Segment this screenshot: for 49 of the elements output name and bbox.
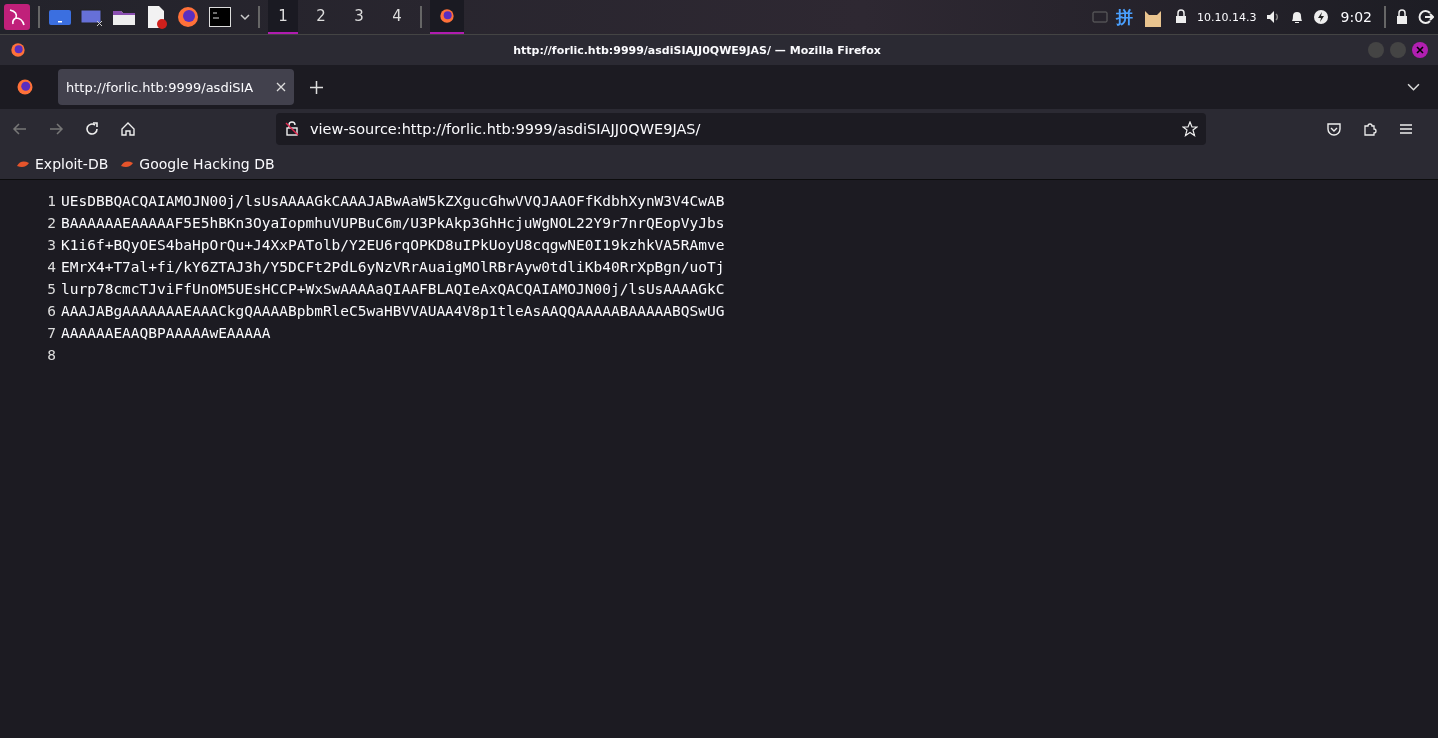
code-line: UEsDBBQACQAIAMOJN00j/lsUsAAAAGkCAAAJABwAaW5kZXgucGhwVVQJAAOFfKdbhXynW3V4CwAB: [61, 192, 725, 211]
workspace-button[interactable]: 3: [344, 0, 374, 34]
logout-icon[interactable]: [1418, 9, 1434, 25]
puzzle-icon[interactable]: [1362, 121, 1378, 137]
url-text: view-source:http://forlic.htb:9999/asdiSIAJJ0QWE9JAS/: [310, 121, 702, 137]
firefox-task-button[interactable]: [430, 0, 464, 34]
close-button[interactable]: [1412, 42, 1428, 58]
tab-title: http://forlic.htb:9999/asdiSIA: [66, 79, 255, 95]
close-icon: [1416, 46, 1424, 54]
line-number: 3: [46, 236, 56, 255]
line-number: 6: [46, 302, 56, 321]
chevron-down-icon[interactable]: [1407, 82, 1420, 92]
input-method-indicator[interactable]: 拼: [1116, 5, 1134, 29]
home-icon[interactable]: [120, 121, 136, 137]
back-icon[interactable]: [12, 121, 28, 137]
forward-icon[interactable]: [48, 121, 64, 137]
insecure-lock-icon[interactable]: [284, 121, 300, 137]
line-number: 7: [46, 324, 56, 343]
power-icon[interactable]: [1312, 9, 1329, 25]
caret-icon[interactable]: [240, 12, 250, 22]
clock[interactable]: 9:02: [1340, 9, 1372, 25]
volume-icon[interactable]: [1264, 9, 1281, 25]
close-icon[interactable]: [276, 82, 286, 92]
line-number: 4: [46, 258, 56, 277]
line-number: 8: [46, 346, 56, 365]
line-number: 2: [46, 214, 56, 233]
ip-address: 10.10.14.3: [1197, 10, 1257, 24]
code-line: EMrX4+T7al+fi/kY6ZTAJ3h/Y5DCFt2PdL6yNzVRrAuaigMOlRBrAyw0tdliKb40RrXpBgn/uoTj: [61, 258, 725, 277]
code-line: AAAAAAEAAQBPAAAAAwEAAAAA: [61, 324, 271, 343]
code-line: AAAJABgAAAAAAAEAAACkgQAAAABpbmRleC5waHBVVAUAA4V8p1tleAsAAQQAAAAABAAAAABQSwUG: [61, 302, 725, 321]
new-tab-icon[interactable]: [310, 80, 323, 94]
workspace-button[interactable]: 2: [306, 0, 336, 34]
reload-icon[interactable]: [84, 121, 100, 137]
menu-icon[interactable]: [1398, 121, 1414, 137]
line-number: 5: [46, 280, 56, 299]
code-line: BAAAAAAEAAAAAF5E5hBKn3OyaIopmhuVUPBuC6m/U3PkAkp3GhHcjuWgNOL22Y9r7nrQEopVyJbs: [61, 214, 725, 233]
bookmark-link[interactable]: Google Hacking DB: [120, 156, 275, 172]
terminal-icon[interactable]: [208, 5, 232, 29]
star-icon[interactable]: [1182, 121, 1198, 137]
workspace-button[interactable]: 4: [382, 0, 412, 34]
code-line: K1i6f+BQyOES4baHpOrQu+J4XxPATolb/Y2EU6rqOPKD8uIPkUoyU8cqgwNE0I19kzhkVA5RAmve: [61, 236, 725, 255]
code-line: lurp78cmcTJviFfUnOM5UEsHCCP+WxSwAAAAaQIAAFBLAQIeAxQACQAIAMOJN00j/lsUsAAAAGkC: [61, 280, 725, 299]
window-title: http://forlic.htb:9999/asdiSIAJJ0QWE9JAS/ — Mozilla Firefox: [512, 43, 882, 57]
browser-tab[interactable]: http://forlic.htb:9999/asdiSIA: [58, 69, 294, 105]
bookmark-link[interactable]: Exploit-DB: [16, 156, 109, 172]
lock-icon[interactable]: [1394, 9, 1410, 25]
workspace-button[interactable]: 1: [268, 0, 298, 34]
line-number: 1: [46, 192, 56, 211]
address-bar[interactable]: view-source:http://forlic.htb:9999/asdiSIAJJ0QWE9JAS/: [276, 113, 1206, 145]
